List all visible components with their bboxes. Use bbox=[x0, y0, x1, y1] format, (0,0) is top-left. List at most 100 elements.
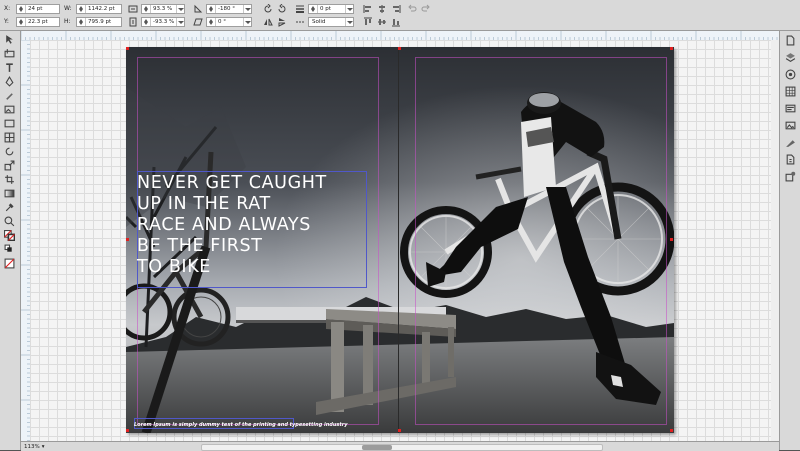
headline-line-3: RACE AND ALWAYS bbox=[137, 215, 311, 235]
layers-icon[interactable] bbox=[784, 51, 797, 63]
x-stepper[interactable] bbox=[17, 4, 26, 13]
info-icon[interactable] bbox=[784, 153, 797, 165]
y-input[interactable]: 22.3 pt bbox=[16, 16, 60, 27]
selection-handle-top-right[interactable] bbox=[670, 47, 673, 50]
height-label: H: bbox=[64, 18, 71, 25]
scale-x-input[interactable]: 93.3 % bbox=[141, 3, 185, 14]
align-top-icon[interactable] bbox=[362, 16, 373, 27]
stroke-style-dropdown[interactable] bbox=[345, 17, 353, 26]
width-stepper[interactable] bbox=[77, 4, 86, 13]
selection-handle-bottom-left[interactable] bbox=[126, 429, 129, 432]
vertical-scrollbar[interactable] bbox=[771, 40, 779, 441]
skew-value[interactable]: 0 ° bbox=[216, 19, 243, 25]
grid-icon[interactable] bbox=[784, 85, 797, 97]
align-left-icon[interactable] bbox=[362, 3, 373, 14]
scale-y-stepper[interactable] bbox=[142, 17, 151, 26]
undo-icon[interactable] bbox=[406, 3, 417, 14]
selection-handle-middle-left[interactable] bbox=[126, 238, 129, 241]
stroke-width-stepper[interactable] bbox=[309, 4, 318, 13]
pen-icon[interactable] bbox=[3, 75, 16, 87]
width-value[interactable]: 1142.2 pt bbox=[86, 6, 121, 12]
skew-dropdown[interactable] bbox=[243, 17, 251, 26]
skew-input[interactable]: 0 ° bbox=[206, 16, 252, 27]
text-icon[interactable] bbox=[3, 61, 16, 73]
stroke-style-icon bbox=[294, 16, 305, 27]
stroke-style-value[interactable]: Solid bbox=[309, 19, 345, 25]
zoom-control[interactable]: 113% ▾ bbox=[24, 443, 45, 450]
height-input[interactable]: 795.9 pt bbox=[76, 16, 122, 27]
page-icon[interactable] bbox=[784, 34, 797, 46]
page-spread[interactable]: NEVER GET CAUGHT UP IN THE RAT RACE AND … bbox=[126, 47, 674, 433]
swap-colors-icon[interactable] bbox=[3, 243, 16, 255]
image-frame-icon[interactable] bbox=[3, 103, 16, 115]
stroke-width-field: 0 pt bbox=[308, 3, 354, 14]
scale-y-value[interactable]: -93.3 % bbox=[151, 19, 176, 25]
rotate-icon[interactable] bbox=[3, 145, 16, 157]
redo-icon[interactable] bbox=[420, 3, 431, 14]
rotate-value[interactable]: -180 ° bbox=[216, 6, 243, 12]
scale-x-value[interactable]: 93.3 % bbox=[151, 6, 176, 12]
scale-y-input[interactable]: -93.3 % bbox=[141, 16, 185, 27]
zoom-value[interactable]: 113% bbox=[24, 444, 40, 450]
rotate-dropdown[interactable] bbox=[243, 4, 251, 13]
zoom-icon[interactable] bbox=[3, 215, 16, 227]
rotate-angle-icon bbox=[192, 3, 203, 14]
headline-text[interactable]: NEVER GET CAUGHT UP IN THE RAT RACE AND … bbox=[137, 173, 369, 278]
styles-icon[interactable] bbox=[784, 102, 797, 114]
align-center-h-icon[interactable] bbox=[376, 3, 387, 14]
scale-x-dropdown[interactable] bbox=[176, 4, 184, 13]
swatches-icon[interactable] bbox=[784, 68, 797, 80]
select-arrow-icon[interactable] bbox=[3, 33, 16, 45]
direct-select-icon[interactable] bbox=[3, 47, 16, 59]
stroke-width-value[interactable]: 0 pt bbox=[318, 6, 345, 12]
crop-icon[interactable] bbox=[3, 173, 16, 185]
height-stepper[interactable] bbox=[77, 17, 86, 26]
selection-handle-bottom-center[interactable] bbox=[398, 429, 401, 432]
align-middle-icon[interactable] bbox=[376, 16, 387, 27]
stroke-width-input[interactable]: 0 pt bbox=[308, 3, 354, 14]
fill-stroke-icon[interactable] bbox=[3, 229, 16, 241]
x-value[interactable]: 24 pt bbox=[26, 6, 59, 12]
tools-toolbar bbox=[0, 31, 21, 450]
skew-stepper[interactable] bbox=[207, 17, 216, 26]
width-input[interactable]: 1142.2 pt bbox=[76, 3, 122, 14]
selection-handle-top-left[interactable] bbox=[126, 47, 129, 50]
stroke-style-select[interactable]: Solid bbox=[308, 16, 354, 27]
scale-x-stepper[interactable] bbox=[142, 4, 151, 13]
x-field: X: 24 pt bbox=[4, 3, 60, 14]
flip-horizontal-icon[interactable] bbox=[262, 16, 273, 27]
eyedropper-icon[interactable] bbox=[3, 201, 16, 213]
no-color-icon[interactable] bbox=[3, 257, 16, 269]
align-right-icon[interactable] bbox=[390, 3, 401, 14]
y-value[interactable]: 22.3 pt bbox=[26, 19, 59, 25]
align-bottom-icon[interactable] bbox=[390, 16, 401, 27]
rotate-stepper[interactable] bbox=[207, 4, 216, 13]
caption-text[interactable]: Lorem Ipsum is simply dummy text of the … bbox=[134, 422, 348, 428]
flip-vertical-icon[interactable] bbox=[276, 16, 287, 27]
selection-handle-top-center[interactable] bbox=[398, 47, 401, 50]
rotate-input[interactable]: -180 ° bbox=[206, 3, 252, 14]
scale-width-icon bbox=[127, 3, 138, 14]
scale-y-dropdown[interactable] bbox=[176, 17, 184, 26]
table-icon[interactable] bbox=[3, 131, 16, 143]
chevron-down-icon[interactable]: ▾ bbox=[42, 444, 45, 450]
rotate-cw-icon[interactable] bbox=[276, 3, 287, 14]
settings-icon[interactable] bbox=[784, 170, 797, 182]
selection-handle-middle-right[interactable] bbox=[670, 238, 673, 241]
y-stepper[interactable] bbox=[17, 17, 26, 26]
height-field: H: 795.9 pt bbox=[64, 16, 122, 27]
canvas-workspace[interactable]: NEVER GET CAUGHT UP IN THE RAT RACE AND … bbox=[30, 40, 779, 441]
x-input[interactable]: 24 pt bbox=[16, 3, 60, 14]
gradient-icon[interactable] bbox=[3, 187, 16, 199]
stroke-width-dropdown[interactable] bbox=[345, 4, 353, 13]
pencil-icon[interactable] bbox=[3, 89, 16, 101]
scale-icon[interactable] bbox=[3, 159, 16, 171]
image-icon[interactable] bbox=[784, 119, 797, 131]
selection-handle-bottom-right[interactable] bbox=[670, 429, 673, 432]
scale-height-icon bbox=[127, 16, 138, 27]
rectangle-icon[interactable] bbox=[3, 117, 16, 129]
height-value[interactable]: 795.9 pt bbox=[86, 19, 121, 25]
horizontal-scroll-thumb[interactable] bbox=[362, 445, 392, 450]
paint-icon[interactable] bbox=[784, 136, 797, 148]
rotate-ccw-icon[interactable] bbox=[262, 3, 273, 14]
